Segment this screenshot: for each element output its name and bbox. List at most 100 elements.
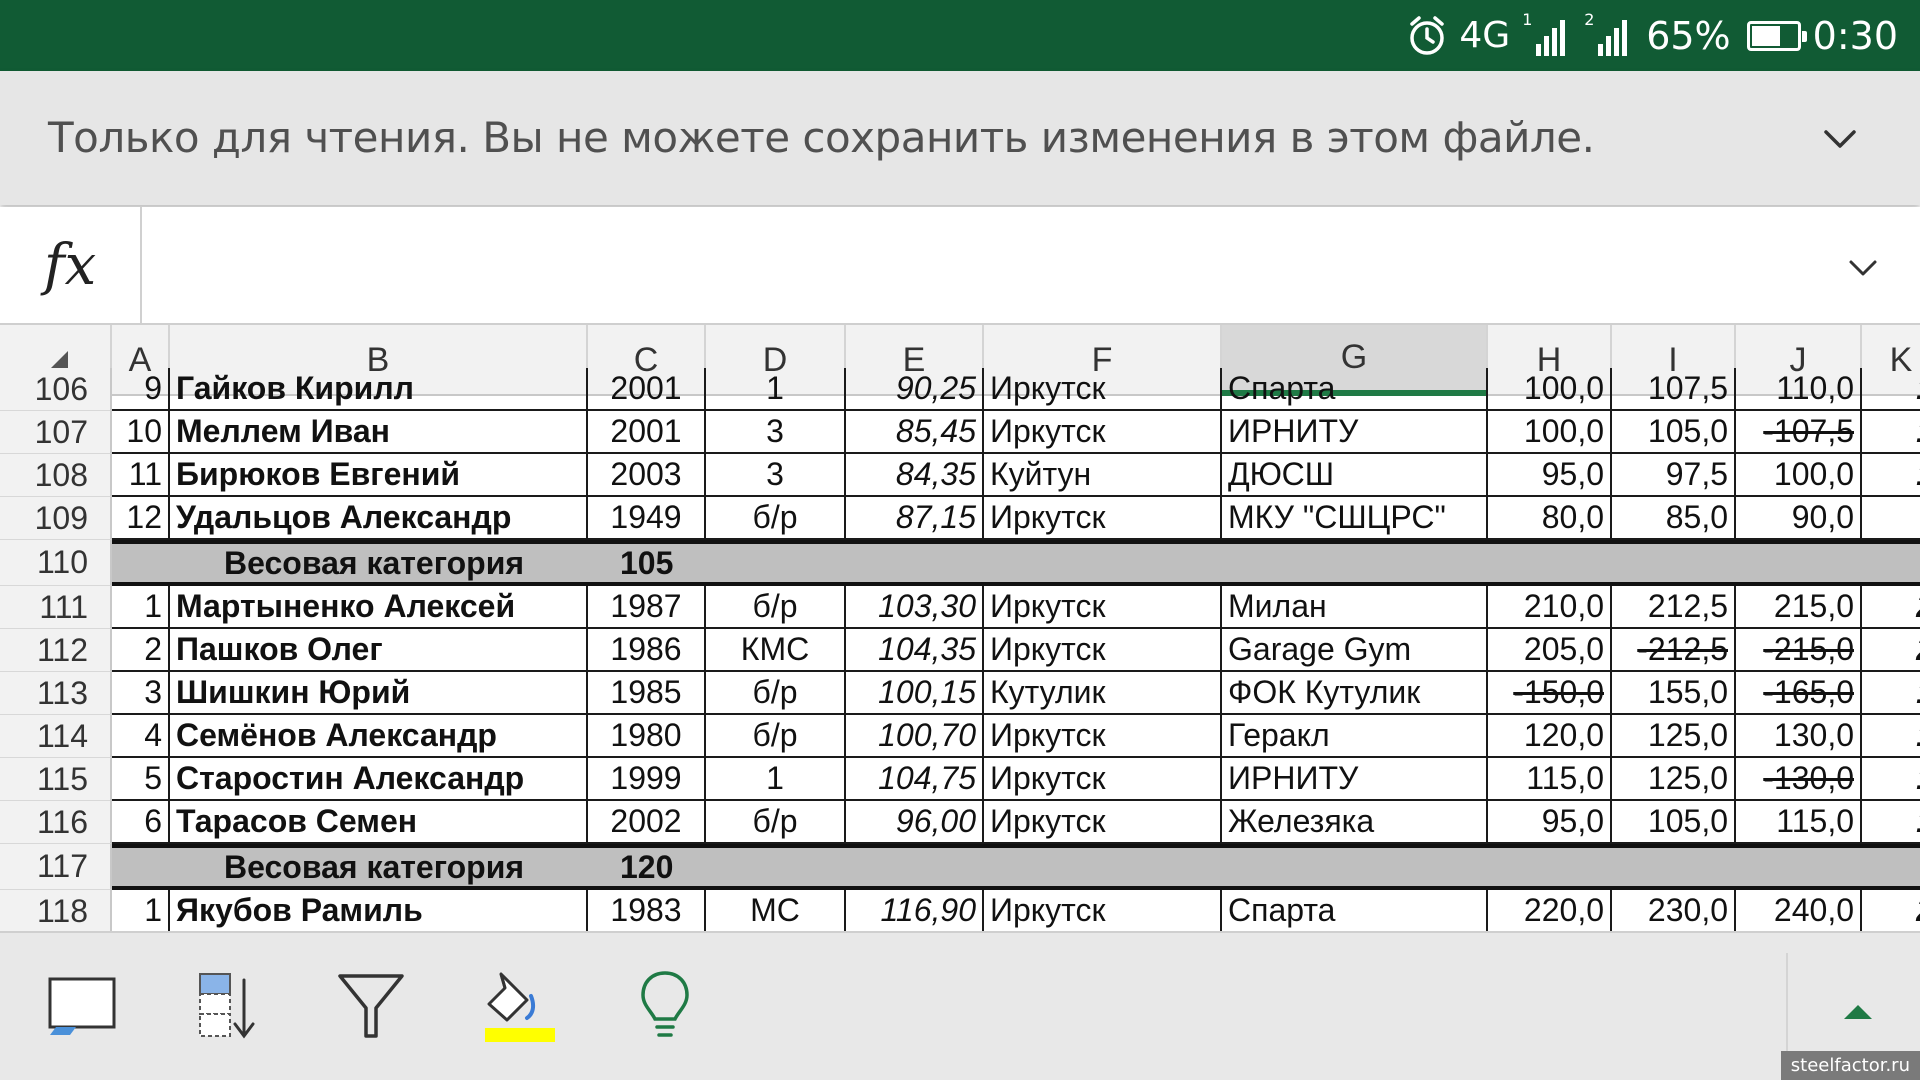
row-header[interactable]: 114: [0, 715, 112, 758]
cell-e[interactable]: 100,15: [846, 672, 984, 715]
cell-a[interactable]: 12: [112, 497, 170, 540]
cell-c[interactable]: 1949: [588, 497, 706, 540]
cell-j[interactable]: -107,5: [1736, 411, 1862, 454]
cell-i[interactable]: 125,0: [1612, 758, 1736, 801]
cell-k[interactable]: 1: [1862, 715, 1920, 758]
cell-b[interactable]: Старостин Александр: [170, 758, 588, 801]
cell-e[interactable]: 104,75: [846, 758, 984, 801]
cell-f[interactable]: Кутулик: [984, 672, 1222, 715]
cell-c[interactable]: 2002: [588, 801, 706, 844]
cell-f[interactable]: Иркутск: [984, 801, 1222, 844]
sort-button[interactable]: [182, 963, 272, 1053]
cell-i[interactable]: 125,0: [1612, 715, 1736, 758]
cell-g[interactable]: ФОК Кутулик: [1222, 672, 1488, 715]
cell-j[interactable]: 130,0: [1736, 715, 1862, 758]
cell-g[interactable]: ИРНИТУ: [1222, 411, 1488, 454]
cell-b[interactable]: Мартыненко Алексей: [170, 586, 588, 629]
cell-b[interactable]: Шишкин Юрий: [170, 672, 588, 715]
row-header[interactable]: 108: [0, 454, 112, 497]
row-header[interactable]: 106: [0, 368, 112, 411]
cell-g[interactable]: ДЮСШ: [1222, 454, 1488, 497]
cell-k[interactable]: 2: [1862, 586, 1920, 629]
row-header[interactable]: 109: [0, 497, 112, 540]
cell-d[interactable]: КМС: [706, 629, 846, 672]
cell-i[interactable]: 105,0: [1612, 411, 1736, 454]
cell-j[interactable]: 110,0: [1736, 368, 1862, 411]
cell-k[interactable]: [1862, 497, 1920, 540]
cell-g[interactable]: Спарта: [1222, 890, 1488, 931]
cell-k[interactable]: 1: [1862, 672, 1920, 715]
cell-k[interactable]: 2: [1862, 890, 1920, 931]
cell-f[interactable]: Иркутск: [984, 497, 1222, 540]
cell-d[interactable]: б/р: [706, 715, 846, 758]
cell-d[interactable]: 3: [706, 454, 846, 497]
cell-i[interactable]: 105,0: [1612, 801, 1736, 844]
row-header[interactable]: 113: [0, 672, 112, 715]
row-header[interactable]: 112: [0, 629, 112, 672]
cell-d[interactable]: МС: [706, 890, 846, 931]
chevron-down-icon[interactable]: [1820, 119, 1860, 159]
row-header[interactable]: 116: [0, 801, 112, 844]
cell-a[interactable]: 3: [112, 672, 170, 715]
cell-e[interactable]: 85,45: [846, 411, 984, 454]
cell-e[interactable]: 84,35: [846, 454, 984, 497]
cell-e[interactable]: 100,70: [846, 715, 984, 758]
cell-g[interactable]: Garage Gym: [1222, 629, 1488, 672]
cell-g[interactable]: Милан: [1222, 586, 1488, 629]
expand-ribbon-button[interactable]: [1818, 973, 1898, 1053]
cell-d[interactable]: б/р: [706, 497, 846, 540]
row-header[interactable]: 111: [0, 586, 112, 629]
cell-h[interactable]: 120,0: [1488, 715, 1612, 758]
insert-function-button[interactable]: fx: [0, 207, 142, 323]
cell-k[interactable]: 1: [1862, 801, 1920, 844]
cell-h[interactable]: 205,0: [1488, 629, 1612, 672]
cell-j[interactable]: 115,0: [1736, 801, 1862, 844]
cell-h[interactable]: 100,0: [1488, 368, 1612, 411]
cell-a[interactable]: 10: [112, 411, 170, 454]
cell-e[interactable]: 116,90: [846, 890, 984, 931]
cell-k[interactable]: 1: [1862, 411, 1920, 454]
cell-f[interactable]: Иркутск: [984, 368, 1222, 411]
fill-color-button[interactable]: [470, 963, 560, 1053]
cell-b[interactable]: Удальцов Александр: [170, 497, 588, 540]
cell-k[interactable]: 1: [1862, 368, 1920, 411]
filter-button[interactable]: [326, 963, 416, 1053]
cell-g[interactable]: МКУ "СШЦРС": [1222, 497, 1488, 540]
cell-b[interactable]: Тарасов Семен: [170, 801, 588, 844]
cell-f[interactable]: Иркутск: [984, 629, 1222, 672]
cell-f[interactable]: Иркутск: [984, 586, 1222, 629]
cell-h[interactable]: 95,0: [1488, 454, 1612, 497]
cell-c[interactable]: 1987: [588, 586, 706, 629]
cell-h[interactable]: 220,0: [1488, 890, 1612, 931]
cell-d[interactable]: б/р: [706, 801, 846, 844]
cell-j[interactable]: 215,0: [1736, 586, 1862, 629]
cell-b[interactable]: Якубов Рамиль: [170, 890, 588, 931]
cell-i[interactable]: -212,5: [1612, 629, 1736, 672]
cell-a[interactable]: 4: [112, 715, 170, 758]
cell-c[interactable]: 1999: [588, 758, 706, 801]
cell-c[interactable]: 1986: [588, 629, 706, 672]
row-header[interactable]: 110: [0, 540, 112, 586]
row-header[interactable]: 117: [0, 844, 112, 890]
cell-d[interactable]: б/р: [706, 672, 846, 715]
cell-h[interactable]: 210,0: [1488, 586, 1612, 629]
cell-a[interactable]: 5: [112, 758, 170, 801]
row-header[interactable]: 107: [0, 411, 112, 454]
cell-j[interactable]: 100,0: [1736, 454, 1862, 497]
cell-i[interactable]: 85,0: [1612, 497, 1736, 540]
cell-f[interactable]: Куйтун: [984, 454, 1222, 497]
row-header[interactable]: 115: [0, 758, 112, 801]
cell-i[interactable]: 97,5: [1612, 454, 1736, 497]
cell-a[interactable]: 11: [112, 454, 170, 497]
cell-j[interactable]: -130,0: [1736, 758, 1862, 801]
cell-h[interactable]: 80,0: [1488, 497, 1612, 540]
cell-g[interactable]: Железяка: [1222, 801, 1488, 844]
cell-c[interactable]: 1983: [588, 890, 706, 931]
formula-input[interactable]: [144, 207, 1840, 323]
cell-i[interactable]: 212,5: [1612, 586, 1736, 629]
cell-h[interactable]: -150,0: [1488, 672, 1612, 715]
cell-e[interactable]: 104,35: [846, 629, 984, 672]
cell-k[interactable]: 2: [1862, 629, 1920, 672]
cell-style-button[interactable]: [38, 963, 128, 1053]
cell-f[interactable]: Иркутск: [984, 715, 1222, 758]
